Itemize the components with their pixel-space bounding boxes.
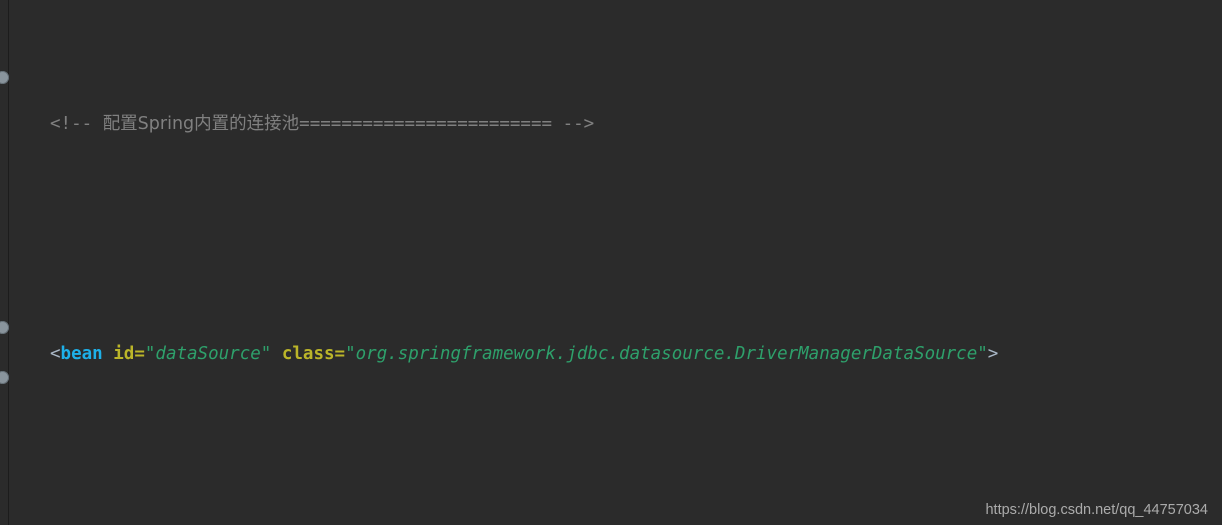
comment-rule: ======================== <box>299 114 553 134</box>
code-line-comment-datasource-pool[interactable]: <!-- 配置Spring内置的连接池=====================… <box>0 113 1222 136</box>
comment-text: 配置Spring内置的连接池 <box>102 114 300 134</box>
tag-close-bracket: > <box>987 344 999 364</box>
watermark-url: https://blog.csdn.net/qq_44757034 <box>985 502 1208 518</box>
code-line-bean-datasource[interactable]: <bean id="dataSource" class="org.springf… <box>0 343 1222 366</box>
attribute-class: class <box>281 344 335 364</box>
equals-sign: = <box>134 344 145 364</box>
tag-open-bracket: < <box>50 344 61 364</box>
tag-name-bean: bean <box>60 344 103 364</box>
attribute-value-class: "org.springframework.jdbc.datasource.Dri… <box>345 344 988 364</box>
code-line-blank[interactable] <box>0 458 1222 481</box>
attribute-id: id <box>113 344 135 364</box>
comment-close: --> <box>552 114 595 134</box>
attribute-value-id: "dataSource" <box>144 344 272 364</box>
comment-open: <!-- <box>50 114 103 134</box>
code-content[interactable]: <!-- 配置Spring内置的连接池=====================… <box>0 0 1222 525</box>
code-editor[interactable]: <!-- 配置Spring内置的连接池=====================… <box>0 0 1222 525</box>
equals-sign: = <box>334 344 346 364</box>
code-line-blank[interactable] <box>0 228 1222 251</box>
